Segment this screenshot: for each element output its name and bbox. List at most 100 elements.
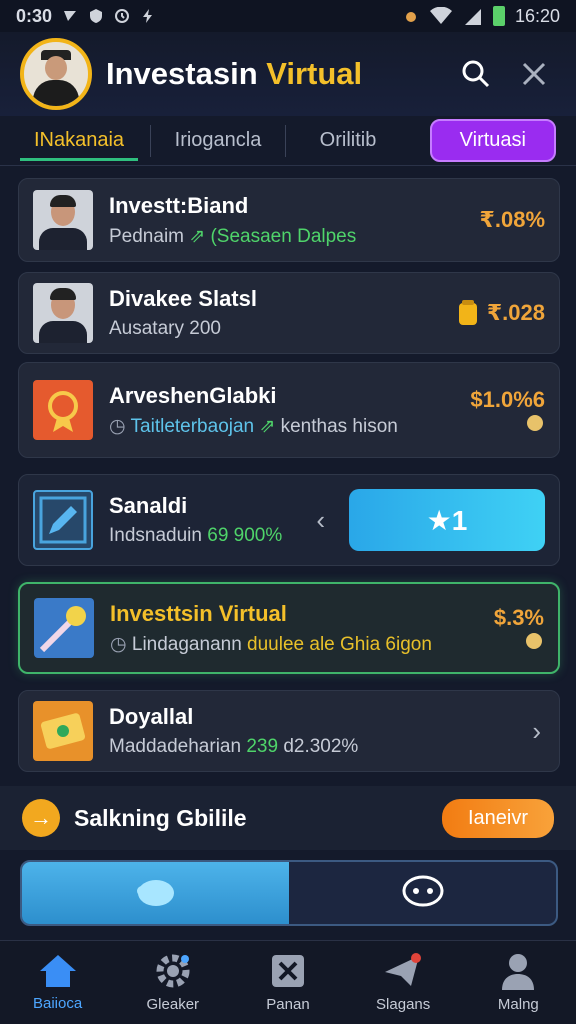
card-subtitle: Pednaim ⇗ (Seasaen Dalpes (109, 225, 480, 248)
avatar[interactable] (20, 38, 92, 110)
investor-photo (33, 190, 93, 250)
investment-card[interactable]: Doyallal Maddadeharian 239 d2.302% › (18, 690, 560, 772)
trend-up-icon: ⇗ (259, 415, 276, 437)
wifi-icon (429, 7, 452, 24)
wand-thumb (34, 598, 94, 658)
ticket-thumb (33, 701, 93, 761)
app-title: Investasin Virtual (106, 56, 440, 92)
card-subtitle: Maddadeharian 239 d2.302% (109, 736, 532, 758)
promo-card: Sanaldi Indsnaduin 69 900% ‹ ★1 (18, 474, 560, 566)
card-subtitle: ◷ Taitleterbaojan ⇗ kenthas hison (109, 415, 470, 438)
status-left: 0:30 (16, 6, 156, 27)
card-return: $.3% (493, 605, 544, 630)
ticket-icon (40, 713, 86, 749)
tab-iriogancla[interactable]: Iriogancla (163, 121, 273, 160)
card-subtitle-green: 69 900% (207, 525, 283, 546)
card-return-group: $1.0%6 (470, 387, 545, 433)
card-subtitle-text: Maddadeharian (109, 736, 242, 757)
tab-orilitib[interactable]: Orilitib (298, 121, 398, 160)
close-icon (522, 62, 546, 86)
piggy-bank-icon (136, 880, 174, 906)
investment-card[interactable]: ArveshenGlabki ◷ Taitleterbaojan ⇗ kenth… (18, 362, 560, 458)
bolt-icon (143, 9, 153, 23)
card-subtitle-green: (Seasaen Dalpes (210, 225, 357, 247)
clock-icon: ◷ (109, 415, 126, 437)
search-button[interactable] (454, 52, 498, 96)
tab-divider (285, 124, 286, 157)
app-header: Investasin Virtual (0, 32, 576, 116)
trend-up-icon: ⇗ (189, 225, 206, 247)
nav-label: Panan (266, 996, 310, 1013)
user-icon (502, 954, 535, 990)
nav-messages[interactable]: Slagans (353, 952, 453, 1013)
card-subtitle-green: 239 (246, 736, 279, 757)
card-title: Investt:Biand (109, 192, 249, 218)
investment-card-highlighted[interactable]: Investtsin Virtual ◷ Lindaganann duulee … (18, 582, 560, 674)
card-title: Doyallal (109, 704, 194, 729)
bottom-nav: Baiioca Gleaker Panan Slagans Malng (0, 940, 576, 1024)
tab-inakanaia[interactable]: INakanaia (20, 121, 138, 161)
toggle-chat[interactable] (289, 862, 556, 924)
status-bar: 0:30 16:20 (0, 0, 576, 32)
nav-panan[interactable]: Panan (238, 952, 338, 1013)
card-subtitle: ◷ Lindaganann duulee ale Ghia 6igon (110, 633, 494, 656)
card-return: $1.0%6 (470, 387, 545, 412)
section-action-button[interactable]: Ianeivr (441, 798, 554, 838)
nav-label: Gleaker (146, 996, 200, 1013)
card-title: ArveshenGlabki (109, 382, 277, 408)
send-icon (385, 953, 422, 986)
chat-bubble-icon (402, 875, 443, 907)
card-return: ₹.08% (479, 207, 545, 232)
pencil-icon (39, 496, 87, 544)
card-title: Investtsin Virtual (110, 600, 287, 626)
card-subtitle-tail: d2.302% (283, 736, 359, 757)
card-subtitle-text: Lindaganann (131, 633, 242, 655)
star-action-button[interactable]: ★1 (349, 489, 545, 551)
coin-icon (527, 415, 543, 431)
nav-label: Baiioca (32, 995, 83, 1012)
card-subtitle-text: Taitleterbaojan (130, 415, 255, 437)
investment-card[interactable]: Divakee Slatsl Ausatary 200 ₹.028 (18, 272, 560, 354)
search-icon (462, 60, 490, 88)
view-toggle (20, 860, 558, 926)
home-icon (39, 955, 76, 987)
medal-icon (48, 391, 78, 432)
coin-jar-icon (458, 300, 477, 325)
close-button[interactable] (512, 52, 556, 96)
card-return: ₹.028 (486, 300, 545, 325)
chevron-right-icon[interactable]: › (532, 716, 541, 747)
clock-icon: ◷ (110, 633, 127, 655)
tab-divider (150, 124, 151, 157)
card-subtitle: Indsnaduin 69 900% (109, 525, 316, 547)
magic-wand-icon (39, 606, 86, 653)
investment-card[interactable]: Investt:Biand Pednaim ⇗ (Seasaen Dalpes … (18, 178, 560, 262)
section-title: Salkning Gbilile (74, 804, 247, 831)
avatar-person-graphic (31, 50, 81, 106)
nav-profile[interactable]: Malng (468, 952, 568, 1013)
chevron-left-icon[interactable]: ‹ (316, 505, 325, 536)
status-time: 16:20 (514, 5, 560, 26)
battery-icon (492, 6, 505, 26)
tab-bar: INakanaia Iriogancla Orilitib Virtuasi (0, 116, 576, 166)
close-box-icon (271, 955, 304, 987)
nav-home[interactable]: Baiioca (8, 953, 108, 1012)
alarm-icon (405, 12, 416, 22)
shield-icon (90, 9, 103, 23)
card-subtitle-green: duulee ale Ghia 6igon (247, 633, 432, 655)
clock-icon (115, 9, 130, 23)
award-thumb (33, 380, 93, 440)
card-title: Divakee Slatsl (109, 286, 257, 311)
edit-thumb (33, 490, 93, 550)
nav-label: Slagans (376, 996, 431, 1013)
coin-icon (526, 633, 542, 649)
card-subtitle-text: Pednaim (109, 225, 184, 247)
nav-label: Malng (497, 996, 539, 1013)
nav-settings[interactable]: Gleaker (123, 952, 223, 1013)
card-subtitle: Ausatary 200 (109, 318, 221, 339)
status-clock-left: 0:30 (16, 5, 53, 26)
notification-icon (64, 11, 77, 21)
toggle-piggy-bank[interactable] (22, 862, 289, 924)
arrow-right-icon: → (22, 799, 60, 837)
tab-virtuasi-pill[interactable]: Virtuasi (429, 119, 556, 162)
app-title-accent: Virtual (266, 56, 363, 91)
